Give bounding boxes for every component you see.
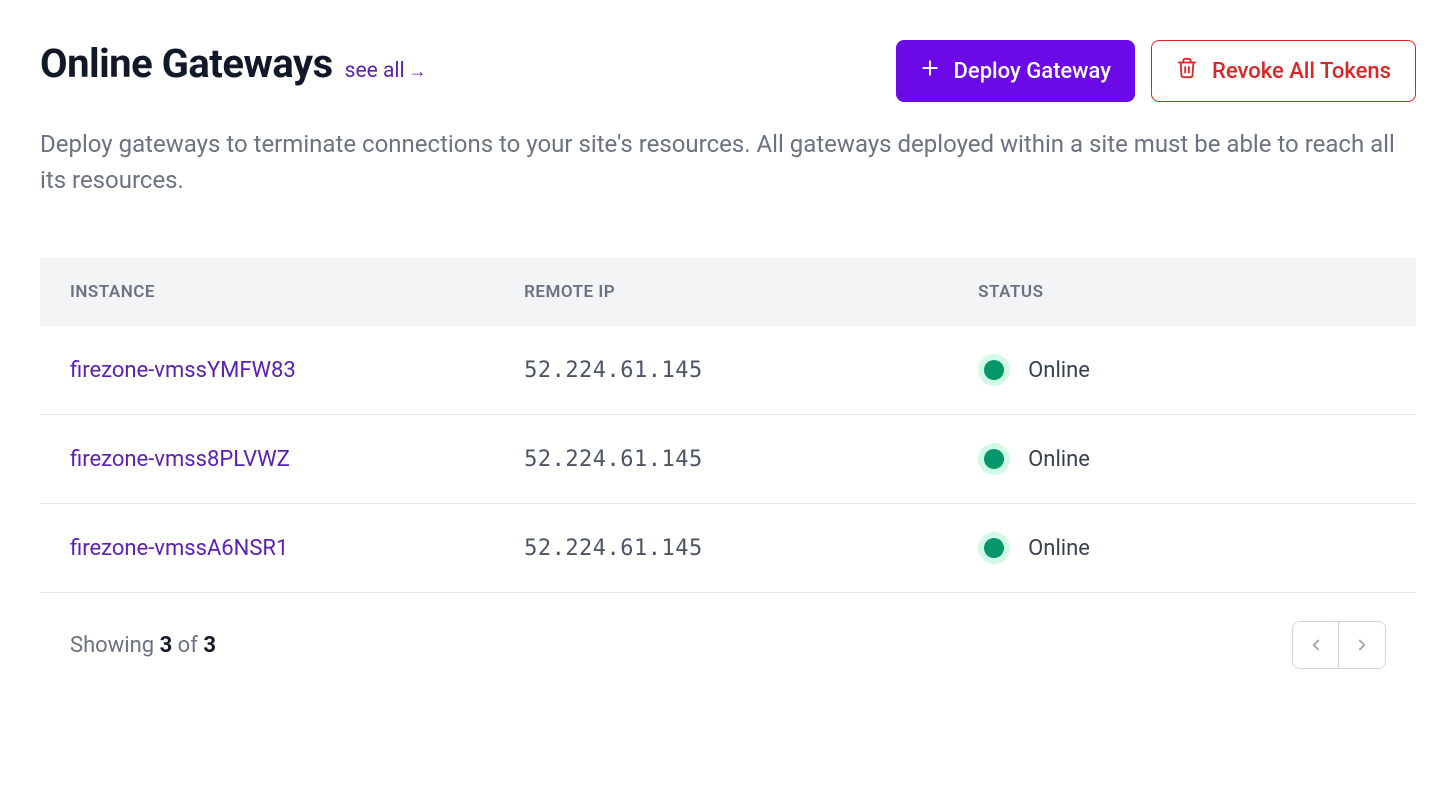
instance-link[interactable]: firezone-vmssA6NSR1 bbox=[70, 536, 288, 561]
page-title: Online Gateways bbox=[40, 40, 333, 87]
status-text: Online bbox=[1028, 358, 1090, 383]
arrow-right-icon: → bbox=[409, 61, 427, 82]
remote-ip-value: 52.224.61.145 bbox=[524, 536, 703, 561]
description-text: Deploy gateways to terminate connections… bbox=[40, 126, 1416, 198]
remote-ip-value: 52.224.61.145 bbox=[524, 358, 703, 383]
gateways-table: INSTANCE REMOTE IP STATUS firezone-vmssY… bbox=[40, 258, 1416, 593]
plus-icon bbox=[920, 58, 940, 84]
table-row: firezone-vmssA6NSR1 52.224.61.145 Online bbox=[40, 504, 1416, 593]
chevron-left-icon bbox=[1307, 636, 1325, 654]
remote-ip-value: 52.224.61.145 bbox=[524, 447, 703, 472]
revoke-all-tokens-label: Revoke All Tokens bbox=[1212, 59, 1391, 84]
instance-link[interactable]: firezone-vmss8PLVWZ bbox=[70, 447, 290, 472]
revoke-all-tokens-button[interactable]: Revoke All Tokens bbox=[1151, 40, 1416, 102]
see-all-link[interactable]: see all → bbox=[345, 59, 427, 83]
deploy-gateway-button[interactable]: Deploy Gateway bbox=[896, 40, 1135, 102]
status-text: Online bbox=[1028, 536, 1090, 561]
chevron-right-icon bbox=[1353, 636, 1371, 654]
table-row: firezone-vmssYMFW83 52.224.61.145 Online bbox=[40, 326, 1416, 415]
status-indicator-icon bbox=[978, 443, 1010, 475]
status-indicator-icon bbox=[978, 532, 1010, 564]
remote-ip-header: REMOTE IP bbox=[494, 258, 948, 326]
status-header: STATUS bbox=[948, 258, 1416, 326]
trash-icon bbox=[1176, 57, 1198, 85]
deploy-gateway-label: Deploy Gateway bbox=[954, 59, 1111, 84]
pager-next-button[interactable] bbox=[1339, 622, 1385, 668]
showing-text: Showing 3 of 3 bbox=[70, 633, 216, 658]
see-all-label: see all bbox=[345, 59, 405, 83]
status-indicator-icon bbox=[978, 354, 1010, 386]
table-row: firezone-vmss8PLVWZ 52.224.61.145 Online bbox=[40, 415, 1416, 504]
pager-prev-button[interactable] bbox=[1293, 622, 1339, 668]
status-text: Online bbox=[1028, 447, 1090, 472]
instance-link[interactable]: firezone-vmssYMFW83 bbox=[70, 358, 296, 383]
instance-header: INSTANCE bbox=[40, 258, 494, 326]
pager bbox=[1292, 621, 1386, 669]
